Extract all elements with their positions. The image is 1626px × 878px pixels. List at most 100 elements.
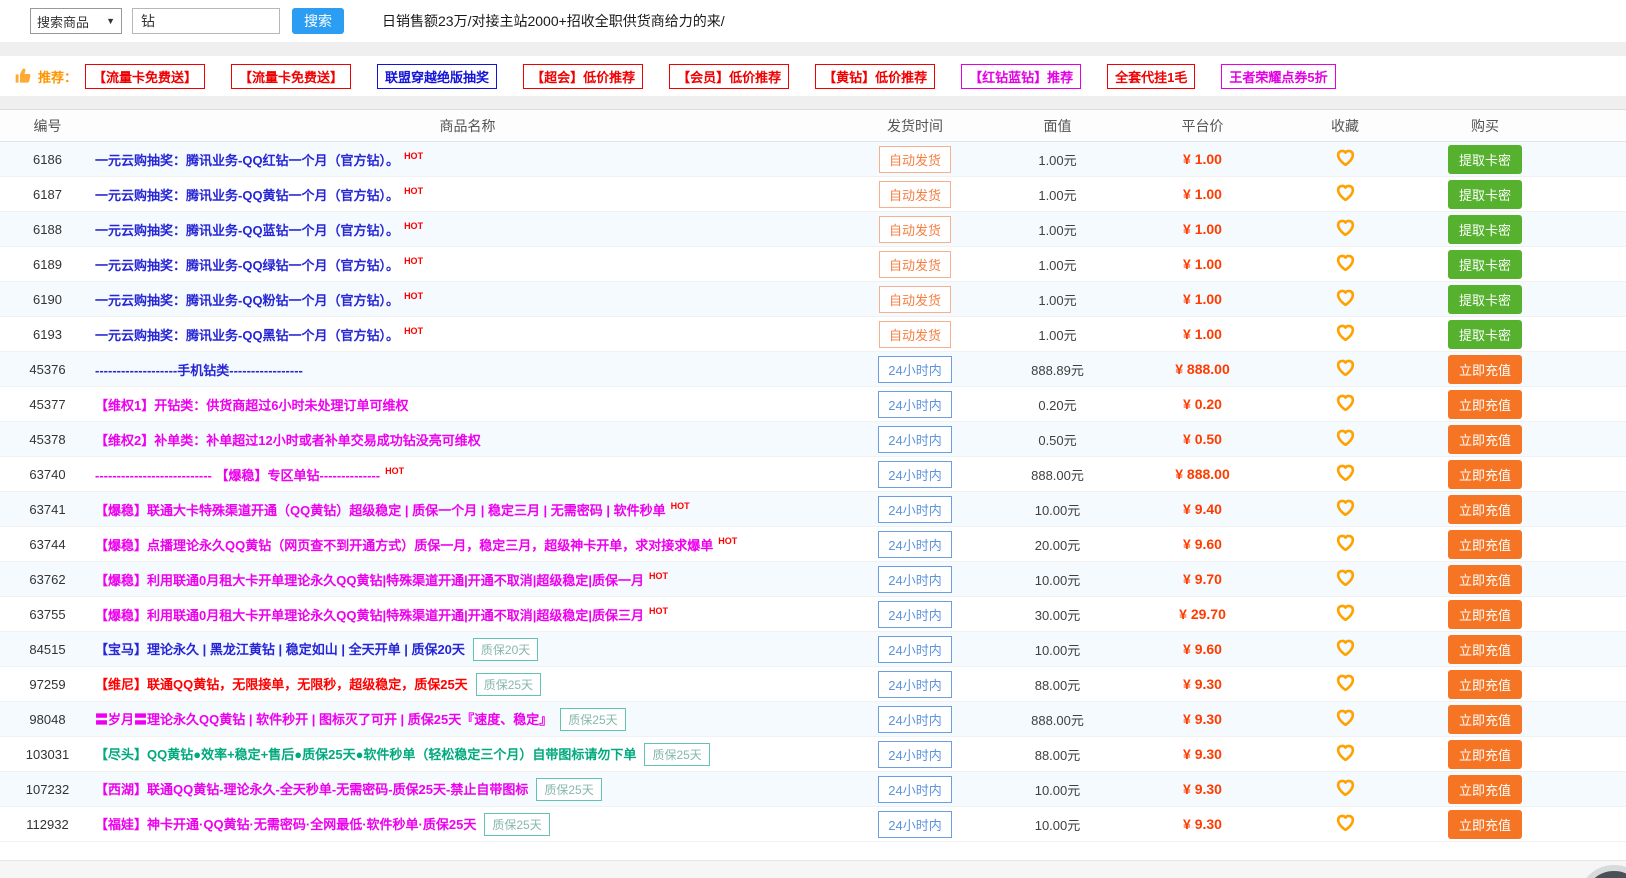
favorite-heart-icon[interactable]: [1336, 149, 1355, 166]
buy-button[interactable]: 立即充值: [1448, 635, 1522, 664]
buy-button[interactable]: 立即充值: [1448, 600, 1522, 629]
product-name-link[interactable]: 一元云购抽奖：腾讯业务-QQ黑钻一个月（官方钻）。: [95, 328, 399, 343]
product-name-link[interactable]: 【爆稳】联通大卡特殊渠道开通（QQ黄钻）超级稳定 | 质保一个月 | 稳定三月 …: [95, 503, 666, 518]
buy-button[interactable]: 立即充值: [1448, 530, 1522, 559]
back-to-top-widget[interactable]: [1578, 865, 1626, 878]
product-name-link[interactable]: 〓岁月〓理论永久QQ黄钻 | 软件秒开 | 图标灭了可开 | 质保25天『速度、…: [95, 712, 552, 727]
product-name-cell: 一元云购抽奖：腾讯业务-QQ黑钻一个月（官方钻）。HOT: [95, 317, 840, 352]
favorite-heart-icon[interactable]: [1336, 639, 1355, 656]
promo-link[interactable]: 【流量卡免费送】: [85, 64, 205, 89]
face-value: 20.00元: [990, 527, 1125, 562]
col-header-id: 编号: [0, 110, 95, 142]
product-name-link[interactable]: -------------------手机钻类-----------------: [95, 363, 303, 378]
buy-button[interactable]: 立即充值: [1448, 355, 1522, 384]
favorite-heart-icon[interactable]: [1336, 464, 1355, 481]
buy-button[interactable]: 提取卡密: [1448, 320, 1522, 349]
product-name-link[interactable]: 【维权1】开钻类：供货商超过6小时未处理订单可维权: [95, 398, 408, 413]
promo-link[interactable]: 【红钻蓝钻】推荐: [961, 64, 1081, 89]
buy-button[interactable]: 立即充值: [1448, 390, 1522, 419]
search-button[interactable]: 搜索: [292, 8, 344, 34]
buy-button[interactable]: 立即充值: [1448, 425, 1522, 454]
product-name-link[interactable]: --------------------------- 【爆稳】专区单钻----…: [95, 468, 380, 483]
promo-link[interactable]: 【流量卡免费送】: [231, 64, 351, 89]
buy-button[interactable]: 立即充值: [1448, 565, 1522, 594]
warranty-tag: 质保20天: [473, 638, 538, 661]
favorite-heart-icon[interactable]: [1336, 289, 1355, 306]
product-name-link[interactable]: 【爆稳】点播理论永久QQ黄钻（网页查不到开通方式）质保一月，稳定三月，超级神卡开…: [95, 538, 713, 553]
favorite-heart-icon[interactable]: [1336, 499, 1355, 516]
favorite-heart-icon[interactable]: [1336, 359, 1355, 376]
favorite-heart-icon[interactable]: [1336, 324, 1355, 341]
favorite-heart-icon[interactable]: [1336, 219, 1355, 236]
product-id: 6188: [0, 212, 95, 247]
ship-time-badge: 自动发货: [879, 216, 951, 243]
favorite-heart-icon[interactable]: [1336, 709, 1355, 726]
product-name-link[interactable]: 一元云购抽奖：腾讯业务-QQ粉钻一个月（官方钻）。: [95, 293, 399, 308]
product-name-link[interactable]: 【维尼】联通QQ黄钻，无限接单，无限秒，超级稳定，质保25天: [95, 677, 468, 692]
buy-button[interactable]: 立即充值: [1448, 775, 1522, 804]
face-value: 1.00元: [990, 142, 1125, 177]
product-name-link[interactable]: 【爆稳】利用联通0月租大卡开单理论永久QQ黄钻|特殊渠道开通|开通不取消|超级稳…: [95, 573, 644, 588]
buy-button[interactable]: 提取卡密: [1448, 145, 1522, 174]
buy-button[interactable]: 立即充值: [1448, 740, 1522, 769]
product-name-link[interactable]: 【福娃】神卡开通·QQ黄钻·无需密码·全网最低·软件秒单·质保25天: [95, 817, 476, 832]
promo-link[interactable]: 全套代挂1毛: [1107, 64, 1195, 89]
face-value: 1.00元: [990, 247, 1125, 282]
buy-button[interactable]: 立即充值: [1448, 670, 1522, 699]
buy-button[interactable]: 立即充值: [1448, 495, 1522, 524]
favorite-heart-icon[interactable]: [1336, 569, 1355, 586]
table-row: 107232 【西湖】联通QQ黄钻-理论永久-全天秒单-无需密码-质保25天-禁…: [0, 772, 1626, 807]
favorite-heart-icon[interactable]: [1336, 779, 1355, 796]
buy-button[interactable]: 提取卡密: [1448, 215, 1522, 244]
promo-link[interactable]: 【超会】低价推荐: [523, 64, 643, 89]
favorite-heart-icon[interactable]: [1336, 184, 1355, 201]
platform-price: ¥ 1.00: [1125, 247, 1280, 282]
buy-button[interactable]: 提取卡密: [1448, 250, 1522, 279]
face-value: 1.00元: [990, 212, 1125, 247]
promo-link[interactable]: 【会员】低价推荐: [669, 64, 789, 89]
product-name-link[interactable]: 一元云购抽奖：腾讯业务-QQ蓝钻一个月（官方钻）。: [95, 223, 399, 238]
favorite-heart-icon[interactable]: [1336, 814, 1355, 831]
product-table: 编号 商品名称 发货时间 面值 平台价 收藏 购买 6186 一元云购抽奖：腾讯…: [0, 109, 1626, 842]
promo-link[interactable]: 【黄钻】低价推荐: [815, 64, 935, 89]
buy-button[interactable]: 提取卡密: [1448, 180, 1522, 209]
product-id: 63744: [0, 527, 95, 562]
product-name-cell: 【爆稳】利用联通0月租大卡开单理论永久QQ黄钻|特殊渠道开通|开通不取消|超级稳…: [95, 597, 840, 632]
search-input[interactable]: [132, 8, 280, 34]
favorite-heart-icon[interactable]: [1336, 744, 1355, 761]
product-id: 103031: [0, 737, 95, 772]
buy-button[interactable]: 立即充值: [1448, 810, 1522, 839]
table-row: 6187 一元云购抽奖：腾讯业务-QQ黄钻一个月（官方钻）。HOT 自动发货 1…: [0, 177, 1626, 212]
col-header-face-value: 面值: [990, 110, 1125, 142]
hot-badge: HOT: [404, 221, 423, 231]
favorite-heart-icon[interactable]: [1336, 674, 1355, 691]
table-row: 6193 一元云购抽奖：腾讯业务-QQ黑钻一个月（官方钻）。HOT 自动发货 1…: [0, 317, 1626, 352]
product-name-link[interactable]: 【西湖】联通QQ黄钻-理论永久-全天秒单-无需密码-质保25天-禁止自带图标: [95, 782, 528, 797]
buy-button[interactable]: 立即充值: [1448, 460, 1522, 489]
favorite-heart-icon[interactable]: [1336, 394, 1355, 411]
product-name-link[interactable]: 【爆稳】利用联通0月租大卡开单理论永久QQ黄钻|特殊渠道开通|开通不取消|超级稳…: [95, 608, 644, 623]
face-value: 10.00元: [990, 632, 1125, 667]
product-name-link[interactable]: 【维权2】补单类：补单超过12小时或者补单交易成功钻没亮可维权: [95, 433, 481, 448]
row-spacer: [1560, 772, 1626, 807]
buy-button[interactable]: 提取卡密: [1448, 285, 1522, 314]
favorite-heart-icon[interactable]: [1336, 604, 1355, 621]
product-name-link[interactable]: 一元云购抽奖：腾讯业务-QQ黄钻一个月（官方钻）。: [95, 188, 399, 203]
table-header-row: 编号 商品名称 发货时间 面值 平台价 收藏 购买: [0, 110, 1626, 142]
product-id: 107232: [0, 772, 95, 807]
buy-button[interactable]: 立即充值: [1448, 705, 1522, 734]
product-name-link[interactable]: 一元云购抽奖：腾讯业务-QQ绿钻一个月（官方钻）。: [95, 258, 399, 273]
search-category-select[interactable]: 搜索商品 ▼: [30, 8, 122, 34]
ship-time-badge: 自动发货: [879, 321, 951, 348]
product-name-link[interactable]: 【尽头】QQ黄钻●效率+稳定+售后●质保25天●软件秒单（轻松稳定三个月）自带图…: [95, 747, 636, 762]
favorite-heart-icon[interactable]: [1336, 429, 1355, 446]
product-name-link[interactable]: 一元云购抽奖：腾讯业务-QQ红钻一个月（官方钻）。: [95, 153, 399, 168]
favorite-heart-icon[interactable]: [1336, 534, 1355, 551]
promo-link[interactable]: 王者荣耀点券5折: [1221, 64, 1335, 89]
table-row: 103031 【尽头】QQ黄钻●效率+稳定+售后●质保25天●软件秒单（轻松稳定…: [0, 737, 1626, 772]
product-name-cell: 【福娃】神卡开通·QQ黄钻·无需密码·全网最低·软件秒单·质保25天质保25天: [95, 807, 840, 842]
promo-link[interactable]: 联盟穿越绝版抽奖: [377, 64, 497, 89]
product-name-link[interactable]: 【宝马】理论永久 | 黑龙江黄钻 | 稳定如山 | 全天开单 | 质保20天: [95, 642, 465, 657]
favorite-heart-icon[interactable]: [1336, 254, 1355, 271]
hot-badge: HOT: [649, 606, 668, 616]
